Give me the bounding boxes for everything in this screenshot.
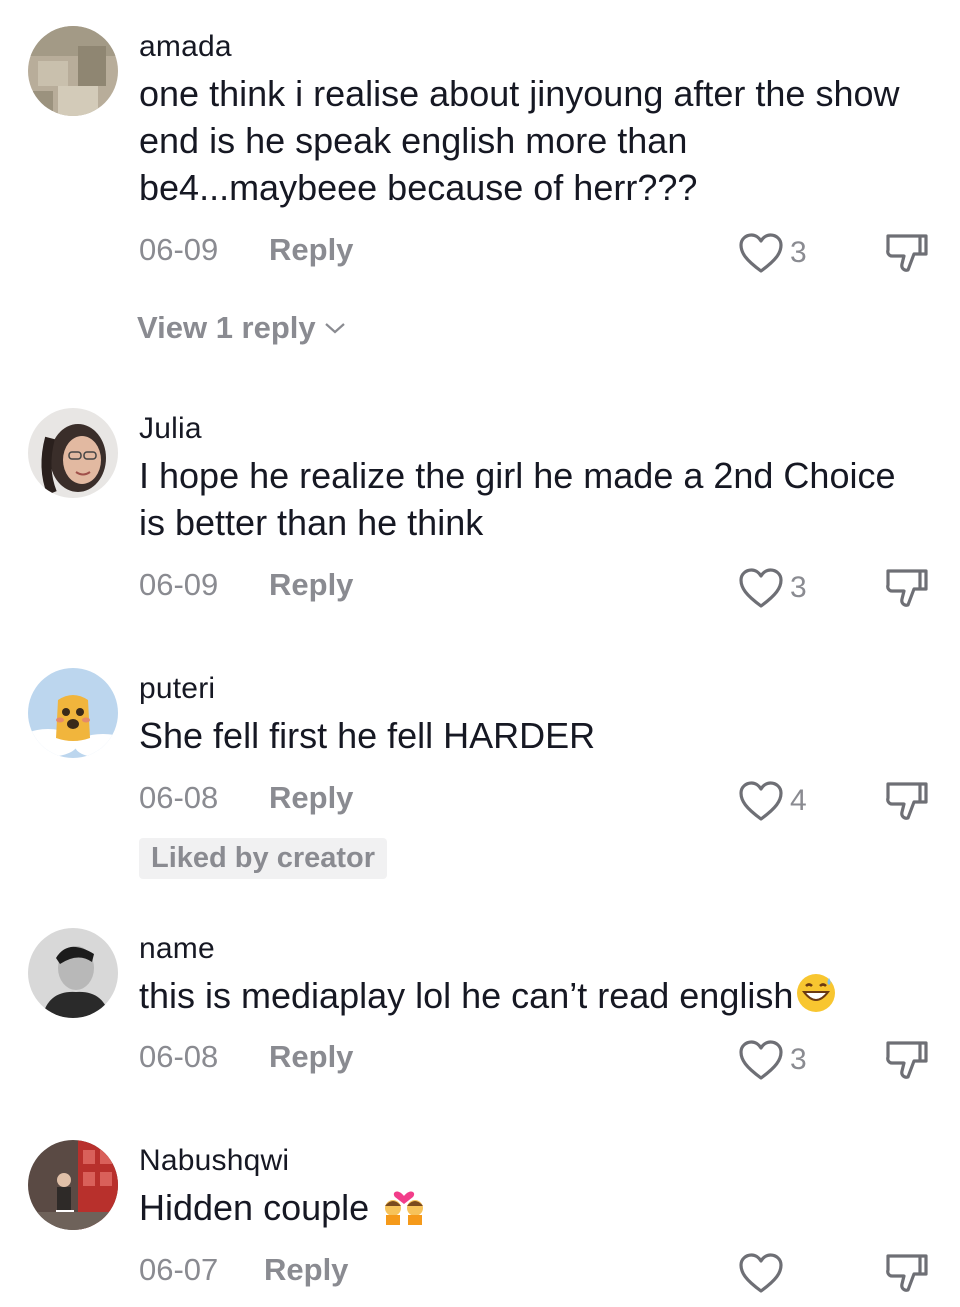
- dislike-button[interactable]: [884, 1037, 930, 1088]
- like-count: 4: [790, 784, 807, 817]
- heart-outline-icon: [739, 1040, 783, 1080]
- comment-text-content: Hidden couple: [139, 1187, 370, 1228]
- dislike-button[interactable]: [884, 778, 930, 829]
- comment-text: She fell first he fell HARDER: [139, 715, 596, 756]
- comment-username[interactable]: puteri: [139, 672, 215, 706]
- like-button[interactable]: 4: [738, 780, 807, 822]
- comment-text: one think i realise about jinyoung after…: [139, 73, 900, 208]
- chevron-down-icon: [324, 323, 345, 334]
- thumbs-down-outline-icon: [886, 569, 928, 607]
- avatar[interactable]: [28, 408, 118, 498]
- reply-button[interactable]: Reply: [269, 1039, 353, 1075]
- like-button[interactable]: 3: [738, 232, 807, 274]
- comment-text: this is mediaplay lol he can’t read engl…: [139, 972, 919, 1025]
- thumbs-down-outline-icon: [886, 234, 928, 272]
- dislike-button[interactable]: [884, 230, 930, 281]
- thumbs-down-outline-icon: [886, 782, 928, 820]
- liked-by-creator-badge: Liked by creator: [139, 838, 388, 879]
- avatar[interactable]: [28, 928, 118, 1018]
- thumbs-down-outline-icon: [886, 1041, 928, 1079]
- like-button[interactable]: [738, 1252, 790, 1294]
- view-replies-button[interactable]: View 1 reply: [137, 310, 346, 346]
- comment-meta: 06-09 Reply: [139, 567, 353, 603]
- like-count: 3: [790, 1043, 807, 1076]
- comment-text-content: this is mediaplay lol he can’t read engl…: [139, 975, 794, 1016]
- thumbs-down-outline-icon: [886, 1254, 928, 1292]
- grinning-sweat-emoji: [795, 972, 837, 1025]
- comment-username[interactable]: name: [139, 932, 215, 966]
- view-replies-label: View 1 reply: [137, 310, 316, 345]
- like-count: 3: [790, 571, 807, 604]
- comment-username[interactable]: amada: [139, 30, 232, 64]
- comment-date: 06-07: [139, 1252, 219, 1287]
- comment-meta: 06-07 Reply: [139, 1252, 348, 1288]
- dislike-button[interactable]: [884, 1250, 930, 1301]
- reply-button[interactable]: Reply: [264, 1252, 348, 1288]
- comment-date: 06-08: [139, 1039, 219, 1074]
- like-count: 3: [790, 236, 807, 269]
- couple-kiss-emoji: [381, 1184, 427, 1237]
- comment-text: Hidden couple: [139, 1184, 919, 1237]
- heart-outline-icon: [739, 233, 783, 273]
- reply-button[interactable]: Reply: [269, 567, 353, 603]
- heart-outline-icon: [739, 1253, 783, 1293]
- comment-meta: 06-08 Reply: [139, 780, 353, 816]
- comment-date: 06-08: [139, 780, 219, 815]
- avatar[interactable]: [28, 1140, 118, 1230]
- comment-username[interactable]: Nabushqwi: [139, 1144, 289, 1178]
- avatar[interactable]: [28, 26, 118, 116]
- comment-username[interactable]: Julia: [139, 412, 202, 446]
- dislike-button[interactable]: [884, 565, 930, 616]
- comment-date: 06-09: [139, 232, 219, 267]
- heart-outline-icon: [739, 781, 783, 821]
- avatar[interactable]: [28, 668, 118, 758]
- comment-meta: 06-09 Reply: [139, 232, 353, 268]
- reply-button[interactable]: Reply: [269, 232, 353, 268]
- comment-text: I hope he realize the girl he made a 2nd…: [139, 455, 896, 543]
- reply-button[interactable]: Reply: [269, 780, 353, 816]
- like-button[interactable]: 3: [738, 567, 807, 609]
- comment-date: 06-09: [139, 567, 219, 602]
- comment-meta: 06-08 Reply: [139, 1039, 353, 1075]
- like-button[interactable]: 3: [738, 1039, 807, 1081]
- heart-outline-icon: [739, 568, 783, 608]
